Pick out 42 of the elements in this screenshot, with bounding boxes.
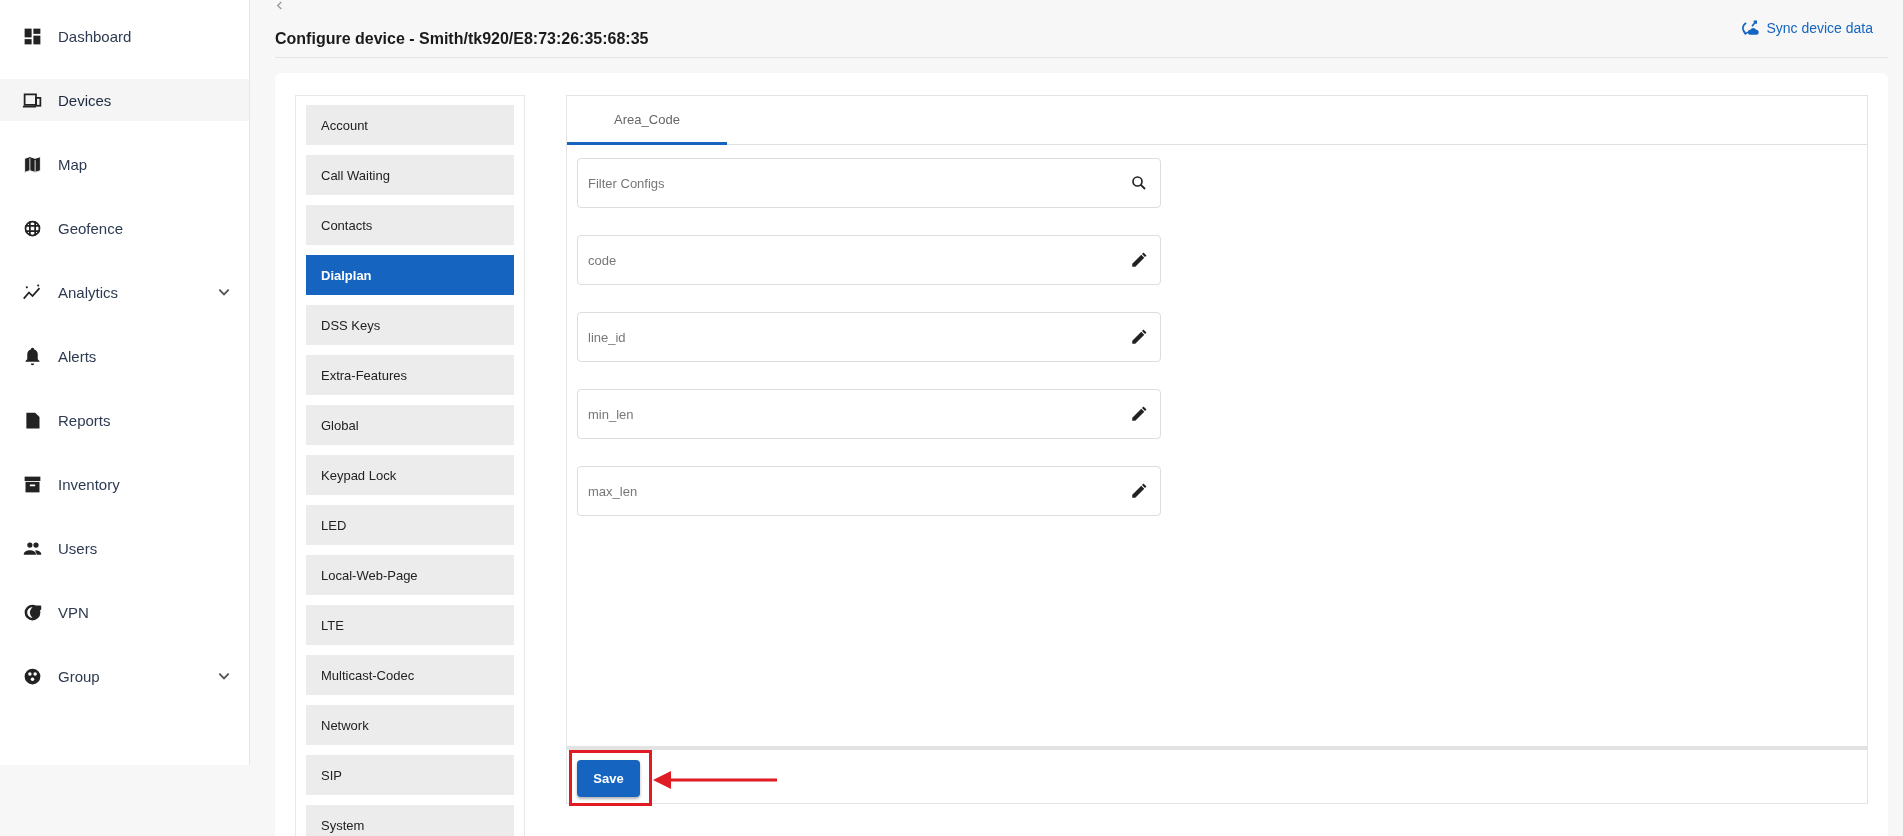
pencil-icon[interactable] xyxy=(1130,251,1148,269)
section-item[interactable]: Extra-Features xyxy=(306,355,514,395)
tab[interactable]: Area_Code xyxy=(567,96,727,145)
nav-item[interactable]: Geofence xyxy=(0,207,249,249)
section-item[interactable]: Contacts xyxy=(306,205,514,245)
pencil-icon[interactable] xyxy=(1130,482,1148,500)
section-item[interactable]: System xyxy=(306,805,514,836)
nav-item[interactable]: Analytics xyxy=(0,271,249,313)
nav-item[interactable]: Users xyxy=(0,527,249,569)
input-field[interactable]: line_id xyxy=(577,312,1161,362)
section-item[interactable]: Network xyxy=(306,705,514,745)
section-item[interactable]: LED xyxy=(306,505,514,545)
back-icon[interactable] xyxy=(275,1,284,10)
nav-item[interactable]: Group xyxy=(0,655,249,697)
section-item[interactable]: Call Waiting xyxy=(306,155,514,195)
sync-link[interactable]: Sync device data xyxy=(1742,17,1873,38)
input-field[interactable]: code xyxy=(577,235,1161,285)
pencil-icon[interactable] xyxy=(1130,328,1148,346)
nav-item[interactable]: Dashboard xyxy=(0,15,249,57)
section-item[interactable]: SIP xyxy=(306,755,514,795)
page-title: Configure device - Smith/tk920/E8:73:26:35:68:35 xyxy=(275,29,649,48)
search-icon[interactable] xyxy=(1130,174,1148,192)
section-item[interactable]: Account xyxy=(306,105,514,145)
section-item[interactable]: Keypad Lock xyxy=(306,455,514,495)
pencil-icon[interactable] xyxy=(1130,405,1148,423)
nav-item[interactable]: VPN xyxy=(0,591,249,633)
input-field[interactable]: min_len xyxy=(577,389,1161,439)
map-icon xyxy=(22,153,43,175)
section-item[interactable]: Local-Web-Page xyxy=(306,555,514,595)
search-field[interactable]: Filter Configs xyxy=(577,158,1161,208)
nav-item[interactable]: Reports xyxy=(0,399,249,441)
section-item[interactable]: Dialplan xyxy=(306,255,514,295)
nav-item[interactable]: Alerts xyxy=(0,335,249,377)
nav-item[interactable]: Map xyxy=(0,143,249,185)
section-item[interactable]: Global xyxy=(306,405,514,445)
section-item[interactable]: DSS Keys xyxy=(306,305,514,345)
section-item[interactable]: Multicast-Codec xyxy=(306,655,514,695)
nav-item[interactable]: Devices xyxy=(0,79,249,121)
nav-item[interactable]: Inventory xyxy=(0,463,249,505)
input-field[interactable]: max_len xyxy=(577,466,1161,516)
save-button[interactable]: Save xyxy=(577,760,640,797)
section-item[interactable]: LTE xyxy=(306,605,514,645)
